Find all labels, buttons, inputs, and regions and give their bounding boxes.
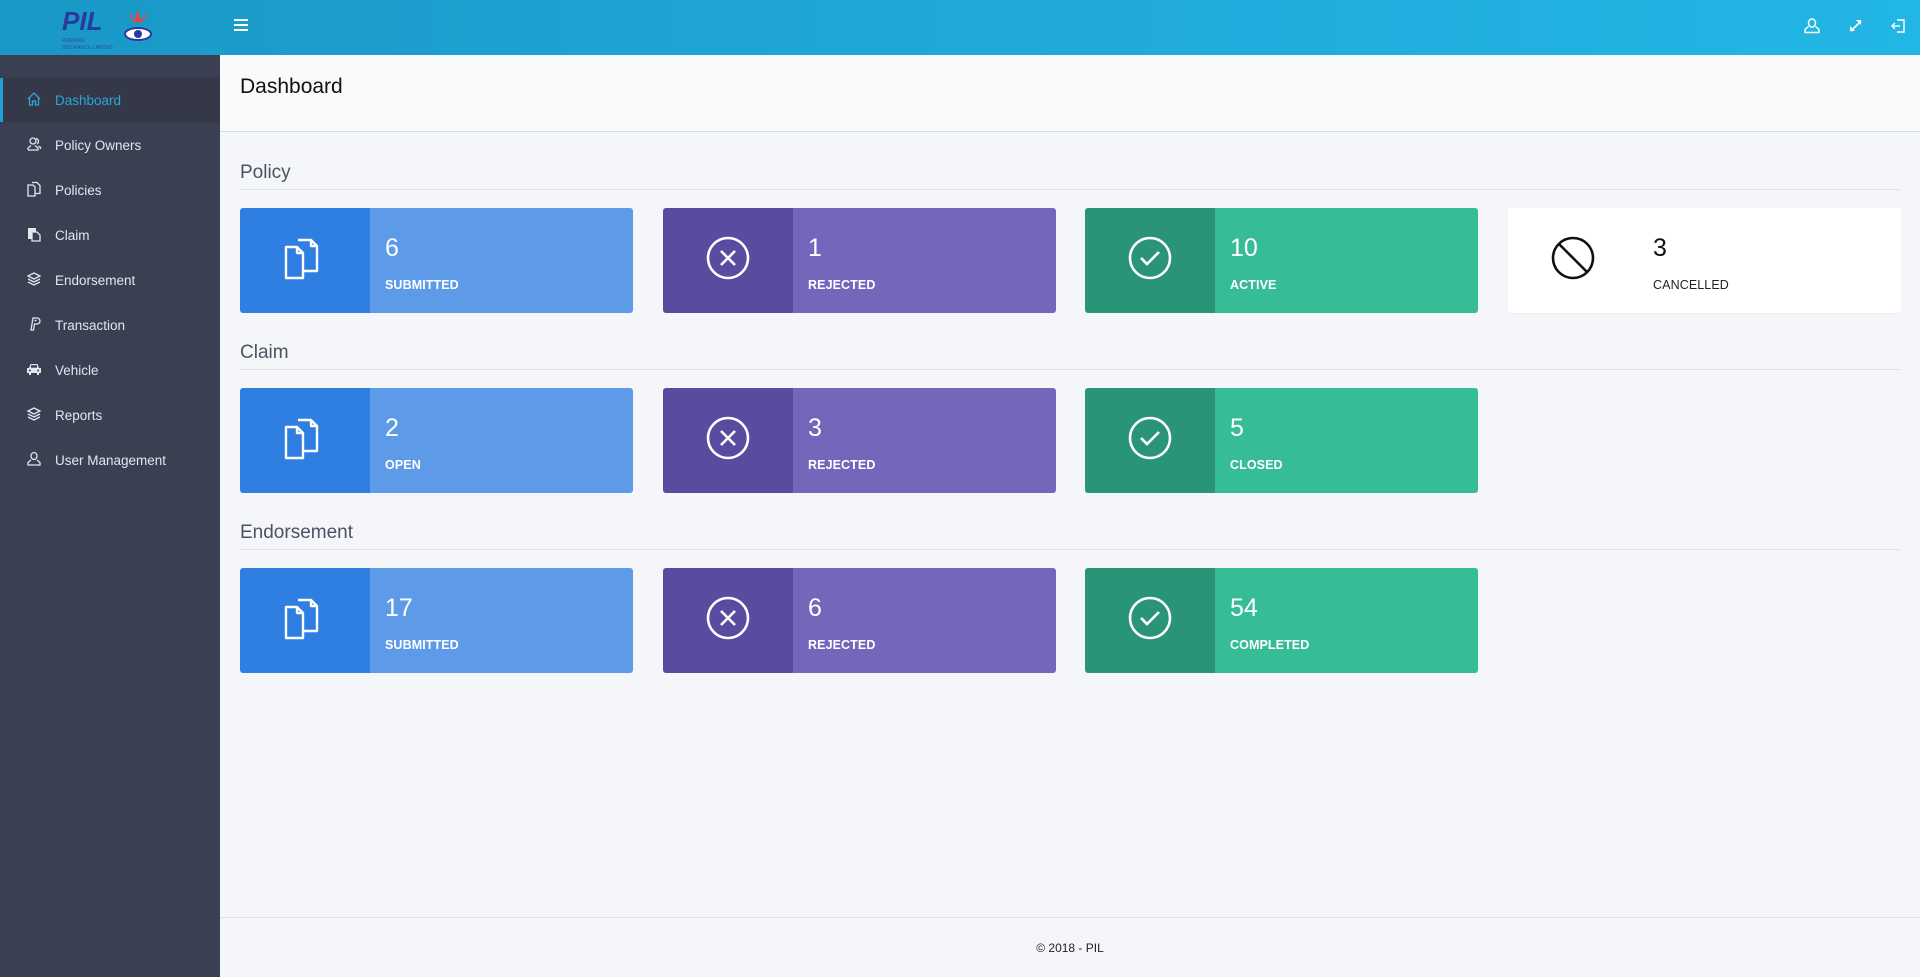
- stat-value: 17: [385, 594, 413, 622]
- stat-label: OPEN: [385, 458, 421, 472]
- layers-icon: [26, 406, 42, 422]
- stat-card-endorsement-completed[interactable]: 54 COMPLETED: [1085, 568, 1478, 673]
- close-circle-icon: [706, 236, 750, 285]
- stat-value: 5: [1230, 414, 1244, 442]
- sidebar-item-label: Transaction: [55, 317, 126, 333]
- stat-card-policy-cancelled[interactable]: 3 CANCELLED: [1508, 208, 1901, 313]
- section-title-claim: Claim: [240, 340, 1900, 370]
- stat-value: 6: [385, 234, 399, 262]
- stat-label: CANCELLED: [1653, 278, 1729, 292]
- sidebar-item-vehicle[interactable]: Vehicle: [0, 348, 220, 392]
- hamburger-icon[interactable]: [234, 19, 248, 33]
- stat-value: 3: [1653, 234, 1667, 262]
- documents-icon: [283, 416, 327, 465]
- page-header: Dashboard: [220, 55, 1920, 132]
- sidebar-item-reports[interactable]: Reports: [0, 393, 220, 437]
- sidebar-item-dashboard[interactable]: Dashboard: [0, 78, 220, 122]
- page-title: Dashboard: [240, 75, 343, 98]
- users-icon: [26, 136, 42, 152]
- sidebar-item-transaction[interactable]: Transaction: [0, 303, 220, 347]
- stat-value: 6: [808, 594, 822, 622]
- sidebar-item-label: Policies: [55, 182, 102, 198]
- user-icon[interactable]: [1803, 17, 1821, 35]
- svg-text:PIL: PIL: [62, 6, 102, 36]
- sidebar-item-endorsement[interactable]: Endorsement: [0, 258, 220, 302]
- check-circle-icon: [1128, 236, 1172, 285]
- check-circle-icon: [1128, 596, 1172, 645]
- sidebar-item-policies[interactable]: Policies: [0, 168, 220, 212]
- svg-text:PREMIER: PREMIER: [62, 38, 85, 44]
- sidebar-item-label: Endorsement: [55, 272, 136, 288]
- svg-text:INSURANCE LIMITED: INSURANCE LIMITED: [62, 45, 113, 51]
- top-navbar: PIL PREMIER INSURANCE LIMITED: [0, 0, 1920, 55]
- stat-value: 10: [1230, 234, 1258, 262]
- stat-label: SUBMITTED: [385, 638, 459, 652]
- sidebar-item-label: Vehicle: [55, 362, 99, 378]
- stat-label: SUBMITTED: [385, 278, 459, 292]
- file-copy-icon: [26, 226, 42, 242]
- stat-card-policy-submitted[interactable]: 6 SUBMITTED: [240, 208, 633, 313]
- sidebar-item-label: Dashboard: [55, 92, 122, 108]
- documents-icon: [283, 596, 327, 645]
- stat-label: ACTIVE: [1230, 278, 1277, 292]
- sidebar-item-label: Reports: [55, 407, 103, 423]
- stat-value: 1: [808, 234, 822, 262]
- sidebar-item-label: Policy Owners: [55, 137, 142, 153]
- close-circle-icon: [706, 416, 750, 465]
- stat-card-claim-closed[interactable]: 5 CLOSED: [1085, 388, 1478, 493]
- copyright-text: © 2018 - PIL: [1036, 941, 1104, 955]
- sidebar-item-label: User Management: [55, 452, 167, 468]
- stat-value: 2: [385, 414, 399, 442]
- stat-value: 3: [808, 414, 822, 442]
- sidebar-item-label: Claim: [55, 227, 90, 243]
- ban-icon: [1551, 236, 1595, 285]
- section-title-policy: Policy: [240, 160, 1900, 190]
- sidebar-item-claim[interactable]: Claim: [0, 213, 220, 257]
- sidebar-item-policy-owners[interactable]: Policy Owners: [0, 123, 220, 167]
- car-icon: [26, 361, 42, 377]
- layers-icon: [26, 271, 42, 287]
- stat-label: COMPLETED: [1230, 638, 1310, 652]
- pil-logo[interactable]: PIL PREMIER INSURANCE LIMITED: [60, 6, 160, 52]
- stat-card-endorsement-submitted[interactable]: 17 SUBMITTED: [240, 568, 633, 673]
- check-circle-icon: [1128, 416, 1172, 465]
- home-icon: [26, 91, 42, 107]
- section-title-endorsement: Endorsement: [240, 520, 1900, 550]
- paypal-icon: [26, 316, 42, 332]
- logout-icon[interactable]: [1889, 17, 1907, 35]
- footer: © 2018 - PIL: [220, 917, 1920, 977]
- stat-card-policy-rejected[interactable]: 1 REJECTED: [663, 208, 1056, 313]
- stat-label: REJECTED: [808, 458, 876, 472]
- stat-card-claim-open[interactable]: 2 OPEN: [240, 388, 633, 493]
- stat-card-endorsement-rejected[interactable]: 6 REJECTED: [663, 568, 1056, 673]
- documents-icon: [26, 181, 42, 197]
- sidebar-item-user-management[interactable]: User Management: [0, 438, 220, 482]
- expand-icon[interactable]: [1847, 17, 1865, 35]
- close-circle-icon: [706, 596, 750, 645]
- documents-icon: [283, 236, 327, 285]
- stat-value: 54: [1230, 594, 1258, 622]
- stat-card-policy-active[interactable]: 10 ACTIVE: [1085, 208, 1478, 313]
- stat-label: REJECTED: [808, 278, 876, 292]
- stat-label: CLOSED: [1230, 458, 1283, 472]
- stat-label: REJECTED: [808, 638, 876, 652]
- stat-card-claim-rejected[interactable]: 3 REJECTED: [663, 388, 1056, 493]
- user-icon: [26, 451, 42, 467]
- sidebar: Dashboard Policy Owners Policies Claim E…: [0, 55, 220, 977]
